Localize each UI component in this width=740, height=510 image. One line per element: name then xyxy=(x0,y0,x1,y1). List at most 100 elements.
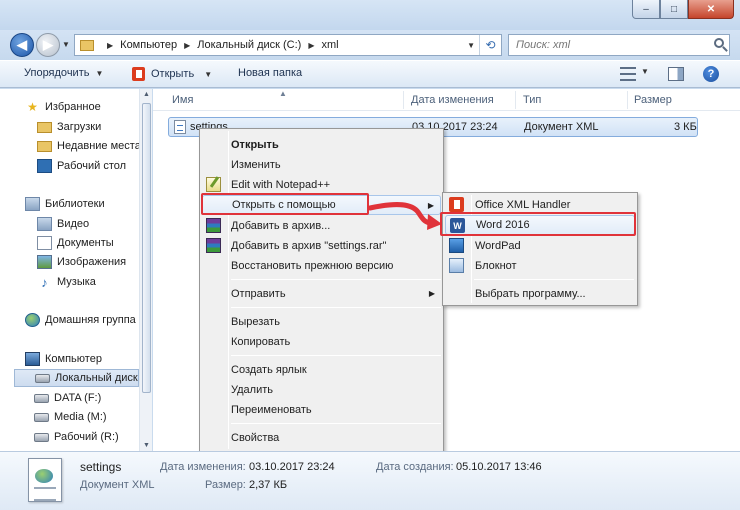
nav-label: Рабочий (R:) xyxy=(54,431,119,443)
preview-pane-icon[interactable] xyxy=(668,67,684,81)
maximize-button[interactable]: □ xyxy=(660,0,688,19)
address-bar[interactable]: ▶ Компьютер ▶ Локальный диск (C:) ▶ xml … xyxy=(74,34,502,56)
chevron-right-icon[interactable]: ▶ xyxy=(308,41,314,50)
forward-button[interactable]: ▶ xyxy=(36,33,60,57)
menu-separator xyxy=(231,307,441,308)
views-dropdown-icon[interactable]: ▼ xyxy=(641,67,649,76)
documents-icon xyxy=(37,236,52,250)
column-divider[interactable] xyxy=(403,91,404,109)
breadcrumb-computer[interactable]: Компьютер xyxy=(120,39,177,51)
nav-label: Компьютер xyxy=(45,353,102,365)
desktop-icon xyxy=(37,159,52,173)
refresh-button[interactable]: ⟲ xyxy=(479,35,501,55)
menu-edit-notepadpp[interactable]: Edit with Notepad++ xyxy=(202,175,441,195)
minimize-button[interactable]: – xyxy=(632,0,660,19)
back-button[interactable]: ◀ xyxy=(10,33,34,57)
navigation-pane: ★ Избранное Загрузки Недавние места Рабоч… xyxy=(0,89,152,451)
nav-label: Media (M:) xyxy=(54,411,107,423)
details-size-value: 2,37 КБ xyxy=(249,479,288,491)
address-dropdown-icon[interactable]: ▼ xyxy=(467,41,475,50)
menu-create-shortcut[interactable]: Создать ярлык xyxy=(202,360,441,380)
file-type: Документ XML xyxy=(524,121,599,133)
nav-label: Локальный диск xyxy=(55,372,138,384)
views-icon[interactable] xyxy=(620,67,636,81)
search-icon[interactable] xyxy=(714,38,724,48)
column-type[interactable]: Тип xyxy=(523,94,541,106)
scroll-up-icon[interactable]: ▲ xyxy=(143,91,150,98)
menu-send-to[interactable]: Отправить ▶ xyxy=(202,284,441,304)
annotation-arrow-icon xyxy=(368,202,442,230)
xml-file-large-icon xyxy=(28,458,62,502)
chevron-right-icon[interactable]: ▶ xyxy=(184,41,190,50)
nav-recent-places[interactable]: Недавние места xyxy=(37,137,139,155)
menu-label: Office XML Handler xyxy=(475,199,571,211)
menu-label: WordPad xyxy=(475,240,521,252)
scroll-down-icon[interactable]: ▼ xyxy=(143,442,150,449)
organize-label: Упорядочить xyxy=(24,67,90,79)
annotation-box-open-with xyxy=(201,193,369,215)
submenu-choose-program[interactable]: Выбрать программу... xyxy=(445,284,635,304)
chevron-right-icon[interactable]: ▶ xyxy=(107,41,113,50)
menu-add-rar[interactable]: Добавить в архив "settings.rar" xyxy=(202,236,441,256)
menu-label: Edit with Notepad++ xyxy=(231,179,331,191)
column-name[interactable]: Имя xyxy=(172,94,193,106)
wordpad-icon xyxy=(449,238,464,253)
office-icon xyxy=(449,197,464,212)
downloads-folder-icon xyxy=(37,121,52,133)
menu-rename[interactable]: Переименовать xyxy=(202,400,441,420)
menu-separator xyxy=(474,279,634,280)
menu-copy[interactable]: Копировать xyxy=(202,332,441,352)
computer-icon xyxy=(25,352,40,366)
drive-icon xyxy=(34,412,49,422)
menu-separator xyxy=(231,355,441,356)
nav-scrollbar[interactable]: ▲ ▼ xyxy=(139,89,152,451)
menu-label: Добавить в архив "settings.rar" xyxy=(231,240,387,252)
homegroup-icon xyxy=(25,313,40,327)
recent-pages-dropdown[interactable]: ▼ xyxy=(62,40,70,49)
menu-restore-version[interactable]: Восстановить прежнюю версию xyxy=(202,256,441,276)
scrollbar-thumb[interactable] xyxy=(142,103,151,393)
drive-icon xyxy=(34,432,49,442)
command-bar: Упорядочить ▼ Открыть ▼ Новая папка ▼ ? xyxy=(0,60,740,88)
refresh-icon: ⟲ xyxy=(485,38,496,52)
breadcrumb-xml[interactable]: xml xyxy=(322,39,339,51)
submenu-notepad[interactable]: Блокнот xyxy=(445,256,635,276)
office-icon xyxy=(132,67,145,81)
breadcrumb-local-disk[interactable]: Локальный диск (C:) xyxy=(197,39,301,51)
nav-label: Загрузки xyxy=(57,121,102,133)
folder-icon xyxy=(80,39,94,51)
recent-places-icon xyxy=(37,140,52,152)
submenu-wordpad[interactable]: WordPad xyxy=(445,236,635,256)
menu-cut[interactable]: Вырезать xyxy=(202,312,441,332)
new-folder-button[interactable]: Новая папка xyxy=(238,67,302,79)
menu-label: Блокнот xyxy=(475,260,517,272)
menu-edit[interactable]: Изменить xyxy=(202,155,441,175)
close-button[interactable]: ✕ xyxy=(688,0,734,19)
nav-label: Библиотеки xyxy=(45,198,105,210)
navigation-bar: ◀ ▶ ▼ ▶ Компьютер ▶ Локальный диск (C:) … xyxy=(0,30,740,60)
drive-icon xyxy=(34,393,49,403)
search-input[interactable] xyxy=(516,39,706,51)
winrar-icon xyxy=(206,218,221,233)
window-controls: – □ ✕ xyxy=(632,0,734,19)
nav-label: Документы xyxy=(57,237,114,249)
menu-open[interactable]: Открыть xyxy=(202,135,441,155)
nav-label: Избранное xyxy=(45,101,101,113)
column-divider[interactable] xyxy=(627,91,628,109)
submenu-arrow-icon: ▶ xyxy=(428,289,435,298)
column-headers: ▲ Имя Дата изменения Тип Размер xyxy=(153,89,740,111)
column-divider[interactable] xyxy=(515,91,516,109)
arrow-right-icon: ▶ xyxy=(43,37,53,52)
column-date[interactable]: Дата изменения xyxy=(411,94,494,106)
column-size[interactable]: Размер xyxy=(634,94,672,106)
nav-local-disk[interactable]: Локальный диск xyxy=(14,369,139,387)
open-label: Открыть xyxy=(151,68,195,80)
music-icon: ♪ xyxy=(41,274,48,290)
help-button[interactable]: ? xyxy=(703,66,719,82)
menu-properties[interactable]: Свойства xyxy=(202,428,441,448)
search-box xyxy=(508,34,730,56)
annotation-box-word xyxy=(440,212,636,236)
menu-delete[interactable]: Удалить xyxy=(202,380,441,400)
organize-button[interactable]: Упорядочить ▼ xyxy=(24,67,103,79)
open-button[interactable]: Открыть ▼ xyxy=(132,67,212,81)
